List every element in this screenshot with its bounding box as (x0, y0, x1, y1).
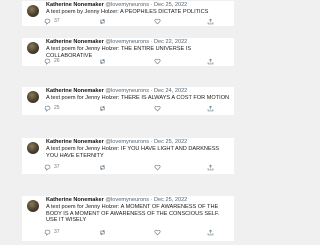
reply-icon (44, 229, 51, 236)
share-button[interactable] (207, 57, 214, 65)
tweet-actions: 37 (44, 228, 214, 236)
author-name[interactable]: Katherine Nonemaker (46, 197, 104, 203)
like-icon (154, 164, 161, 170)
share-icon (207, 58, 214, 64)
like-button[interactable] (154, 228, 161, 236)
retweet-button[interactable] (99, 17, 106, 25)
avatar[interactable] (27, 142, 39, 154)
tweet-text: A text poem for Jenny Holzer: IF YOU HAV… (46, 146, 220, 159)
tweet-header: Katherine Nonemaker @lovemyneurons · Dec… (46, 2, 187, 9)
tweet-card[interactable]: Katherine Nonemaker @lovemyneurons · Dec… (22, 38, 234, 66)
tweet-actions: 26 (44, 57, 214, 65)
tweet-header: Katherine Nonemaker @lovemyneurons · Dec… (46, 88, 187, 95)
author-handle[interactable]: @lovemyneurons (105, 88, 149, 94)
avatar[interactable] (27, 5, 39, 17)
share-icon (207, 105, 214, 111)
tweet-date[interactable]: Dec 24, 2022 (154, 88, 187, 94)
avatar[interactable] (27, 200, 39, 212)
tweet-actions: 25 (44, 104, 214, 112)
author-handle[interactable]: @lovemyneurons (105, 39, 149, 45)
retweet-button[interactable] (99, 57, 106, 65)
like-icon (154, 229, 161, 235)
retweet-button[interactable] (99, 104, 106, 112)
author-name[interactable]: Katherine Nonemaker (46, 88, 104, 94)
retweet-button[interactable] (99, 228, 106, 236)
share-button[interactable] (207, 228, 214, 236)
separator: · (150, 2, 153, 8)
reply-count: 26 (54, 58, 60, 64)
like-icon (154, 18, 161, 24)
tweet-header: Katherine Nonemaker @lovemyneurons · Dec… (46, 139, 187, 146)
share-icon (207, 164, 214, 170)
reply-count: 25 (54, 105, 60, 111)
reply-button[interactable]: 37 (44, 17, 60, 25)
author-name[interactable]: Katherine Nonemaker (46, 139, 104, 145)
share-button[interactable] (207, 163, 214, 171)
tweet-actions: 37 (44, 163, 214, 171)
tweet-card[interactable]: Katherine Nonemaker @lovemyneurons · Dec… (22, 138, 234, 174)
reply-button[interactable]: 37 (44, 163, 60, 171)
like-button[interactable] (154, 57, 161, 65)
retweet-button[interactable] (99, 163, 106, 171)
retweet-icon (100, 105, 105, 111)
tweet-card[interactable]: Katherine Nonemaker @lovemyneurons · Dec… (22, 196, 234, 241)
tweet-date[interactable]: Dec 25, 2022 (154, 2, 187, 8)
separator: · (150, 88, 153, 94)
share-button[interactable] (207, 17, 214, 25)
retweet-icon (100, 229, 105, 235)
tweet-text: A text poem for Jenny Holzer: A MOMENT O… (46, 204, 220, 224)
tweet-date[interactable]: Dec 22, 2022 (154, 39, 187, 45)
author-name[interactable]: Katherine Nonemaker (46, 2, 104, 8)
like-button[interactable] (154, 17, 161, 25)
author-handle[interactable]: @lovemyneurons (105, 197, 149, 203)
reply-icon (44, 105, 51, 112)
reply-count: 37 (54, 164, 60, 170)
reply-icon (44, 18, 51, 25)
like-icon (154, 58, 161, 64)
tweet-header: Katherine Nonemaker @lovemyneurons · Dec… (46, 197, 187, 204)
retweet-icon (100, 58, 105, 64)
tweet-card[interactable]: Katherine Nonemaker @lovemyneurons · Dec… (22, 1, 234, 26)
tweet-text: A text poem for Jenny Holzer: THERE IS A… (46, 95, 230, 101)
reply-button[interactable]: 26 (44, 57, 60, 65)
author-handle[interactable]: @lovemyneurons (105, 139, 149, 145)
reply-count: 37 (54, 229, 60, 235)
like-icon (154, 105, 161, 111)
tweet-card[interactable]: Katherine Nonemaker @lovemyneurons · Dec… (22, 87, 234, 115)
tweet-date[interactable]: Dec 25, 2022 (154, 197, 187, 203)
reply-icon (44, 58, 51, 65)
tweet-actions: 37 (44, 17, 214, 25)
like-button[interactable] (154, 104, 161, 112)
like-button[interactable] (154, 163, 161, 171)
share-button[interactable] (207, 104, 214, 112)
separator: · (150, 197, 153, 203)
avatar[interactable] (27, 42, 39, 54)
retweet-icon (100, 18, 105, 24)
separator: · (150, 139, 153, 145)
tweet-text: A text poem by Jenny Holzer: A PEOPHILES… (46, 9, 209, 15)
author-name[interactable]: Katherine Nonemaker (46, 39, 104, 45)
reply-icon (44, 164, 51, 171)
share-icon (207, 229, 214, 235)
avatar[interactable] (27, 91, 39, 103)
author-handle[interactable]: @lovemyneurons (105, 2, 149, 8)
separator: · (150, 39, 153, 45)
retweet-icon (100, 164, 105, 170)
tweet-header: Katherine Nonemaker @lovemyneurons · Dec… (46, 39, 187, 46)
reply-button[interactable]: 25 (44, 104, 60, 112)
tweet-date[interactable]: Dec 25, 2022 (154, 139, 187, 145)
reply-count: 37 (54, 18, 60, 24)
share-icon (207, 18, 214, 24)
reply-button[interactable]: 37 (44, 228, 60, 236)
